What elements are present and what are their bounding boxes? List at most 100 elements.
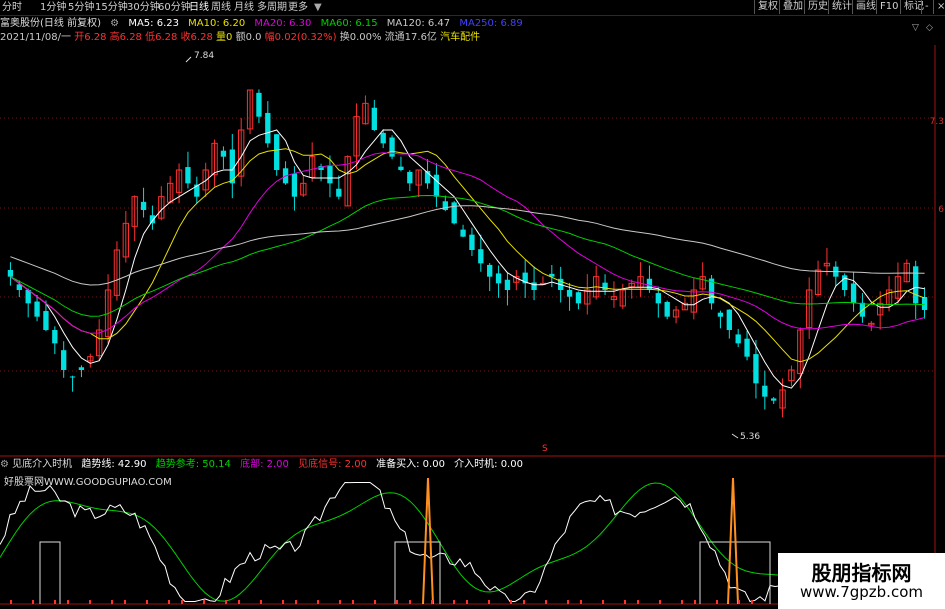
low-pointer bbox=[731, 433, 739, 439]
bottom-signal-value: 见底信号: 2.00 bbox=[298, 459, 367, 470]
trend-line bbox=[0, 481, 781, 603]
signal-tick bbox=[67, 600, 69, 604]
bottom-value: 底部: 2.00 bbox=[240, 459, 289, 470]
indicator-name[interactable]: 见底介入时机 bbox=[12, 459, 72, 470]
signal-tick bbox=[751, 600, 753, 604]
signal-tick bbox=[602, 600, 604, 604]
signal-tick bbox=[431, 600, 433, 604]
signal-tick bbox=[409, 600, 411, 604]
candle-down bbox=[921, 297, 928, 310]
brand-title: 股朋指标网 bbox=[811, 561, 912, 585]
ma10-line bbox=[10, 148, 925, 363]
candle-down bbox=[762, 385, 768, 397]
ma120-line bbox=[10, 205, 925, 286]
candle-down bbox=[495, 273, 502, 284]
candle-down bbox=[336, 188, 342, 197]
candle-down bbox=[380, 132, 386, 144]
signal-tick bbox=[295, 600, 297, 604]
signal-tick bbox=[580, 600, 582, 604]
brand-url: www.7gpzb.com bbox=[800, 583, 923, 601]
candle-down bbox=[602, 282, 608, 290]
candle-down bbox=[371, 107, 377, 130]
bottom-box bbox=[39, 541, 61, 604]
candle-down bbox=[291, 173, 298, 197]
axis-label-mid: 6 bbox=[938, 205, 944, 215]
candle-down bbox=[451, 202, 457, 224]
signal-tick bbox=[510, 600, 512, 604]
candle-down bbox=[43, 311, 49, 330]
candle-down bbox=[149, 215, 156, 224]
candle-down bbox=[504, 279, 511, 290]
candle-down bbox=[34, 301, 40, 317]
axis-label-top: 7.3 bbox=[929, 117, 944, 127]
candle-down bbox=[575, 292, 582, 304]
signal-tick bbox=[260, 600, 262, 604]
signal-tick bbox=[374, 600, 376, 604]
candle-down bbox=[185, 167, 191, 184]
candle-down bbox=[726, 309, 732, 330]
candle-down bbox=[52, 330, 58, 344]
candle-down bbox=[664, 301, 670, 317]
candle-down bbox=[327, 166, 333, 184]
signal-tick bbox=[124, 600, 126, 604]
signal-tick bbox=[352, 600, 354, 604]
signal-tick bbox=[339, 600, 341, 604]
signal-tick bbox=[181, 600, 183, 604]
high-pointer bbox=[185, 56, 192, 63]
signal-tick bbox=[238, 600, 240, 604]
indicator-watermark: 好股票网WWW.GOODGUPIAO.COM bbox=[4, 477, 172, 488]
candle-down bbox=[469, 234, 475, 250]
signal-tick bbox=[54, 600, 56, 604]
signal-tick bbox=[282, 600, 284, 604]
trend-line-value: 趋势线: 42.90 bbox=[81, 459, 147, 470]
candle-down bbox=[78, 367, 85, 370]
signal-tick bbox=[624, 600, 626, 604]
entry-timing-value: 介入时机: 0.00 bbox=[454, 459, 523, 470]
sell-marker: S bbox=[542, 444, 548, 454]
candle-down bbox=[744, 338, 750, 357]
candle-down bbox=[478, 249, 484, 264]
candle-down bbox=[717, 312, 724, 317]
candle-down bbox=[256, 92, 262, 117]
signal-tick bbox=[567, 600, 569, 604]
signal-tick bbox=[32, 600, 34, 604]
signal-tick bbox=[317, 600, 319, 604]
prepare-buy-value: 准备买入: 0.00 bbox=[376, 459, 445, 470]
signal-tick bbox=[659, 600, 661, 604]
ma5-line bbox=[10, 129, 925, 389]
candle-down bbox=[850, 283, 857, 304]
indicator-settings-icon[interactable]: ⚙ bbox=[0, 459, 9, 470]
candle-down bbox=[274, 134, 280, 170]
signal-tick bbox=[453, 600, 455, 604]
signal-spike bbox=[727, 477, 739, 605]
signal-tick bbox=[10, 600, 12, 604]
candle-down bbox=[566, 289, 573, 297]
candle-down bbox=[913, 266, 919, 304]
candle-down bbox=[220, 150, 227, 157]
candle-down bbox=[433, 174, 440, 197]
candle-down bbox=[61, 350, 67, 370]
candle-down bbox=[69, 376, 76, 378]
signal-tick bbox=[203, 600, 205, 604]
signal-tick bbox=[637, 600, 639, 604]
candle-down bbox=[140, 201, 147, 210]
signal-tick bbox=[488, 600, 490, 604]
signal-tick bbox=[168, 600, 170, 604]
kline-chart[interactable] bbox=[0, 0, 945, 609]
signal-tick bbox=[716, 600, 718, 604]
candle-down bbox=[771, 398, 777, 401]
candle-down bbox=[531, 282, 537, 290]
indicator-legend: ⚙ 见底介入时机 趋势线: 42.90 趋势参考: 50.14 底部: 2.00… bbox=[0, 458, 529, 471]
signal-tick bbox=[523, 600, 525, 604]
candle-down bbox=[442, 201, 448, 210]
trend-ref-value: 趋势参考: 50.14 bbox=[155, 459, 231, 470]
candle-down bbox=[460, 229, 466, 237]
signal-tick bbox=[694, 600, 696, 604]
signal-tick bbox=[89, 600, 91, 604]
candle-down bbox=[735, 334, 741, 344]
ma20-line bbox=[10, 152, 925, 334]
trend-ref-line bbox=[0, 482, 781, 602]
ma60-line bbox=[10, 194, 925, 317]
signal-tick bbox=[466, 600, 468, 604]
candle-down bbox=[487, 264, 493, 277]
